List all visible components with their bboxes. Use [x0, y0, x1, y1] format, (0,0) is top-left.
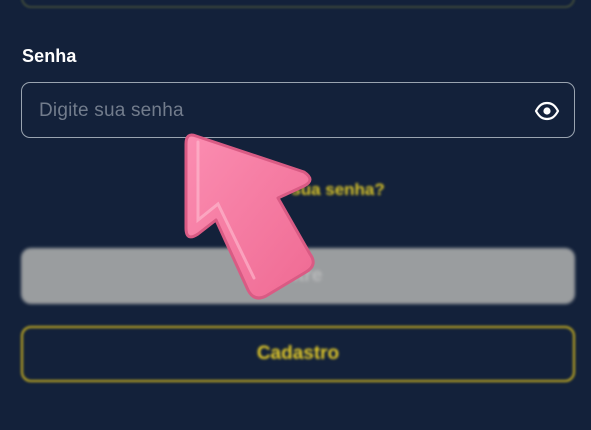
login-button[interactable]: Entre	[21, 248, 575, 304]
previous-input-field[interactable]	[21, 0, 575, 8]
eye-icon[interactable]	[534, 99, 560, 123]
login-form: Senha Digite sua senha Esqueceu sua senh…	[0, 0, 591, 430]
password-label: Senha	[22, 46, 77, 66]
forgot-password-link[interactable]: Esqueceu sua senha?	[0, 180, 591, 200]
password-input[interactable]: Digite sua senha	[21, 82, 575, 138]
signup-button[interactable]: Cadastro	[21, 326, 575, 382]
password-placeholder: Digite sua senha	[39, 100, 184, 121]
